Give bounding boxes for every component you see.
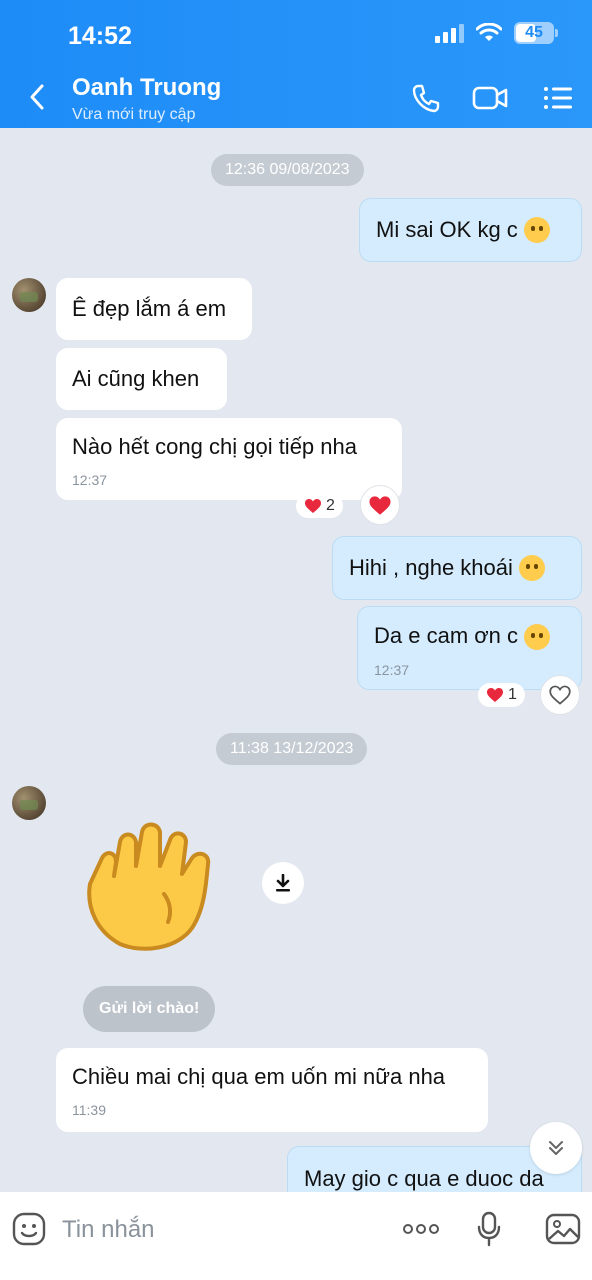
message-text: Mi sai OK kg c <box>376 217 518 242</box>
more-options-button[interactable] <box>402 1210 440 1248</box>
heart-icon <box>487 688 503 702</box>
wifi-icon <box>476 23 502 41</box>
battery-icon: 45 <box>514 22 558 44</box>
contact-avatar[interactable] <box>12 786 46 820</box>
message-list[interactable]: 12:36 09/08/2023 Mi sai OK kg c Ê đẹp lắ… <box>0 128 592 1192</box>
signal-icon <box>435 23 464 43</box>
reaction-summary[interactable]: 2 <box>296 494 343 518</box>
status-icons: 45 <box>435 22 558 44</box>
message-bubble-incoming[interactable]: Ê đẹp lắm á em <box>56 278 252 340</box>
chat-header: 14:52 45 Oanh Truong Vừa mới truy cập <box>0 0 592 128</box>
message-text: Chiều mai chị qua em uốn mi nữa nha <box>72 1064 446 1089</box>
message-text-row: Da e cam ơn c <box>374 623 551 651</box>
message-text: Ê đẹp lắm á em <box>72 296 227 321</box>
video-call-button[interactable] <box>472 80 508 116</box>
chevron-left-icon <box>30 84 44 110</box>
scroll-to-bottom-button[interactable] <box>530 1122 582 1174</box>
smiley-icon <box>12 1212 46 1246</box>
download-icon <box>276 874 290 892</box>
reaction-count: 1 <box>508 686 517 703</box>
message-input-bar: Tin nhắn <box>0 1192 592 1280</box>
chat-options-button[interactable] <box>540 80 576 116</box>
contact-name[interactable]: Oanh Truong <box>72 74 221 102</box>
message-bubble-incoming[interactable]: Ai cũng khen <box>56 348 227 410</box>
heart-icon <box>369 495 391 515</box>
kissing-face-emoji-icon <box>524 624 551 651</box>
date-separator: 11:38 13/12/2023 <box>216 733 368 765</box>
message-input[interactable]: Tin nhắn <box>62 1216 155 1244</box>
message-time: 11:39 <box>72 1102 106 1118</box>
message-text: Nào hết cong chị gọi tiếp nha <box>72 434 357 459</box>
double-chevron-down-icon <box>549 1141 563 1155</box>
image-icon <box>545 1213 581 1245</box>
image-picker-button[interactable] <box>544 1210 582 1248</box>
list-menu-icon <box>544 87 572 109</box>
back-button[interactable] <box>22 82 52 112</box>
message-text: Hihi , nghe khoái <box>349 555 513 580</box>
voice-message-button[interactable] <box>470 1210 508 1248</box>
react-heart-button[interactable] <box>540 675 580 715</box>
reaction-summary[interactable]: 1 <box>478 683 525 707</box>
date-separator: 12:36 09/08/2023 <box>211 154 364 186</box>
waving-hand-sticker[interactable] <box>80 814 222 956</box>
message-time: 12:37 <box>374 662 410 679</box>
battery-level: 45 <box>525 24 543 41</box>
smiling-face-emoji-icon <box>523 217 550 243</box>
message-text: Da e cam ơn c <box>374 623 519 648</box>
voice-call-button[interactable] <box>408 80 444 116</box>
message-bubble-incoming[interactable]: Nào hết cong chị gọi tiếp nha 12:37 <box>56 418 402 500</box>
contact-status: Vừa mới truy cập <box>72 106 196 123</box>
phone-icon <box>412 84 440 113</box>
send-greeting-button[interactable]: Gửi lời chào! <box>83 986 216 1032</box>
contact-avatar[interactable] <box>12 278 46 312</box>
message-bubble-incoming[interactable]: Chiều mai chị qua em uốn mi nữa nha 11:3… <box>56 1048 488 1132</box>
download-button[interactable] <box>262 862 304 904</box>
heart-outline-icon <box>549 685 571 705</box>
react-heart-button[interactable] <box>360 485 400 525</box>
message-bubble-outgoing[interactable]: Mi sai OK kg c <box>359 198 582 262</box>
message-text: Ai cũng khen <box>72 366 200 391</box>
heart-icon <box>305 499 321 513</box>
smiling-hearts-emoji-icon <box>518 555 545 581</box>
microphone-icon <box>477 1211 501 1247</box>
message-text: May gio c qua e duoc da <box>304 1166 544 1191</box>
sticker-button[interactable] <box>10 1210 48 1248</box>
video-camera-icon <box>472 86 508 110</box>
status-time: 14:52 <box>68 22 132 50</box>
reaction-count: 2 <box>326 497 335 514</box>
message-time: 12:37 <box>72 472 108 488</box>
message-bubble-outgoing[interactable]: Hihi , nghe khoái <box>332 536 582 600</box>
more-dots-icon <box>403 1224 439 1234</box>
